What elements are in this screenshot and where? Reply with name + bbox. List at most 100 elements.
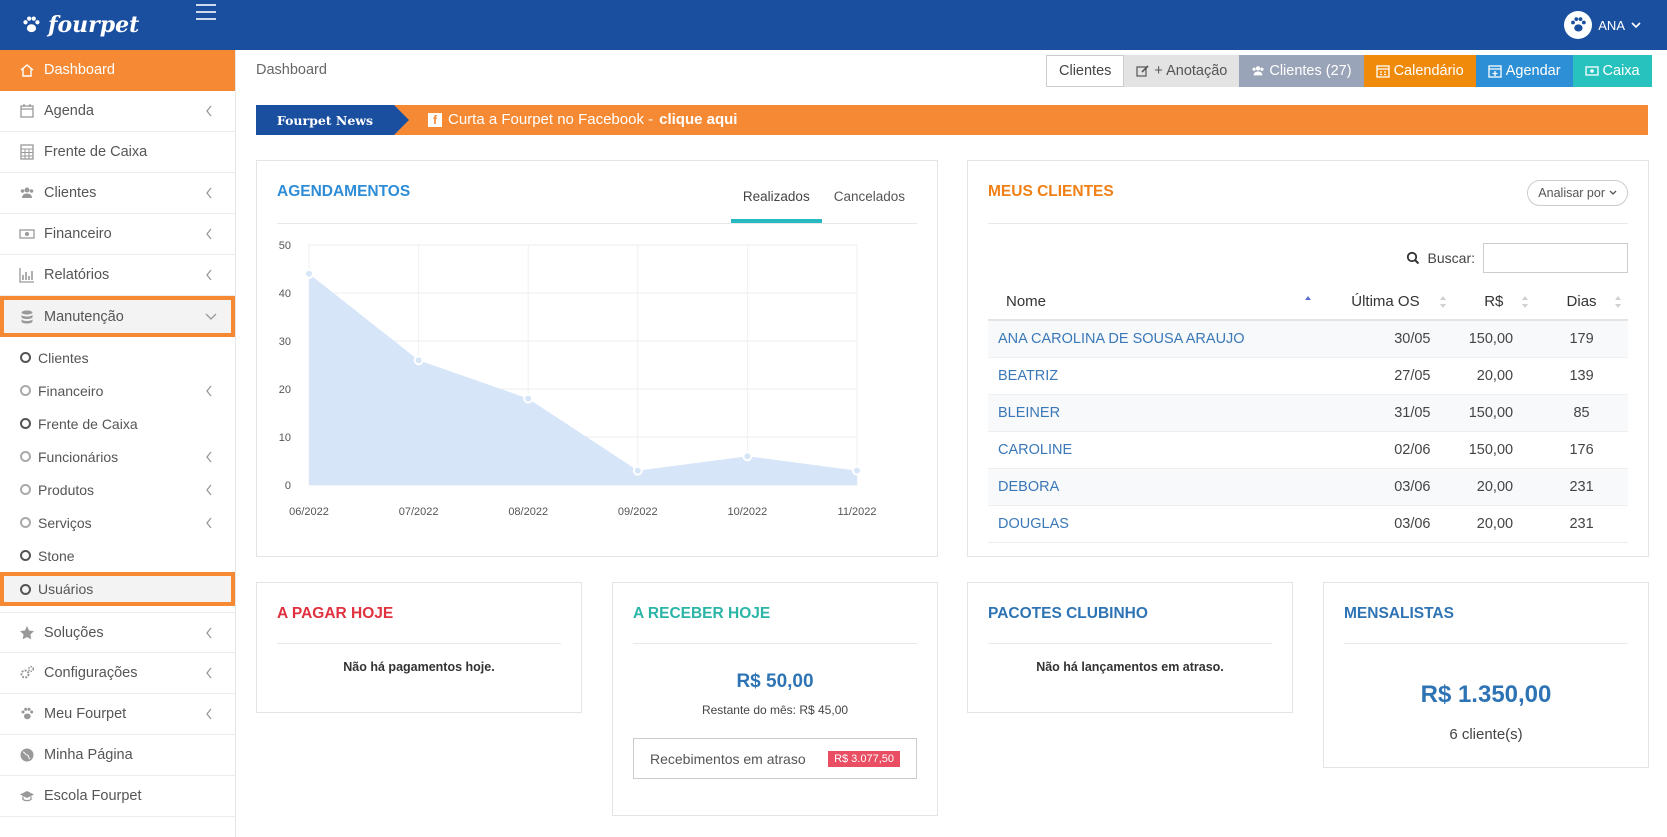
- table-row[interactable]: DEBORA 03/06 20,00 231: [988, 468, 1628, 506]
- news-message[interactable]: f Curta a Fourpet no Facebook - clique a…: [428, 111, 737, 128]
- submenu-item-frente-de-caixa[interactable]: Frente de Caixa: [0, 407, 235, 440]
- mensalistas-panel: MENSALISTAS R$ 1.350,00 6 cliente(s): [1323, 582, 1649, 768]
- user-menu[interactable]: ANA: [1564, 11, 1641, 39]
- sidebar-item-label: Configurações: [44, 665, 138, 681]
- recebimentos-atraso-row[interactable]: Recebimentos em atraso R$ 3.077,50: [633, 738, 917, 779]
- graduation-cap-icon: [18, 787, 36, 805]
- button-label: Caixa: [1602, 63, 1640, 79]
- submenu-item-funcionarios[interactable]: Funcionários: [0, 440, 235, 473]
- news-tag: Fourpet News: [256, 105, 409, 135]
- agendar-button[interactable]: Agendar: [1475, 55, 1573, 87]
- dias-cell: 179: [1535, 320, 1628, 358]
- y-tick-label: 30: [279, 336, 291, 348]
- sidebar-item-agenda[interactable]: Agenda: [0, 91, 235, 132]
- data-point[interactable]: [413, 355, 424, 366]
- column-header[interactable]: Nome: [988, 283, 1319, 321]
- news-link[interactable]: clique aqui: [659, 111, 737, 128]
- menu-toggle-icon[interactable]: [196, 4, 216, 20]
- submenu-item-clientes[interactable]: Clientes: [0, 341, 235, 374]
- sidebar-item-escola-fourpet[interactable]: Escola Fourpet: [0, 776, 235, 817]
- table-row[interactable]: ANA CAROLINA DE SOUSA ARAUJO 30/05 150,00 1…: [988, 320, 1628, 358]
- column-header[interactable]: R$: [1452, 283, 1536, 321]
- button-label: + Anotação: [1154, 63, 1228, 79]
- column-header-label: Nome: [1006, 292, 1047, 310]
- sidebar: Dashboard Agenda Frente de Caixa Cliente…: [0, 50, 236, 837]
- agendamentos-panel: AGENDAMENTOS Realizados Cancelados 0 10 20…: [256, 160, 938, 557]
- calendar-icon: [18, 102, 36, 120]
- tab-realizados[interactable]: Realizados: [730, 187, 822, 223]
- client-name-cell[interactable]: BLEINER: [988, 394, 1319, 432]
- chevron-left-icon: [206, 667, 212, 679]
- client-name-cell[interactable]: DOUGLAS: [988, 505, 1319, 543]
- data-point[interactable]: [852, 465, 862, 476]
- top-bar: fourpet ANA: [0, 0, 1667, 50]
- paw-icon: [18, 705, 36, 723]
- data-point[interactable]: [742, 451, 753, 462]
- receber-amount: R$ 50,00: [736, 671, 814, 692]
- data-point[interactable]: [523, 393, 534, 404]
- sidebar-item-frente-de-caixa[interactable]: Frente de Caixa: [0, 132, 235, 173]
- client-name-cell[interactable]: BEATRIZ: [988, 357, 1319, 395]
- logo[interactable]: fourpet: [20, 12, 139, 38]
- x-tick-label: 10/2022: [728, 506, 768, 518]
- client-name-cell[interactable]: CAROLINE: [988, 431, 1319, 469]
- sidebar-item-minha-pagina[interactable]: Minha Página: [0, 735, 235, 776]
- chevron-left-icon: [206, 228, 212, 240]
- submenu-item-stone[interactable]: Stone: [0, 539, 235, 572]
- late-label: Recebimentos em atraso: [650, 750, 806, 767]
- a-pagar-hoje-panel: A PAGAR HOJE Não há pagamentos hoje.: [256, 582, 582, 713]
- caixa-button[interactable]: Caixa: [1572, 55, 1652, 87]
- search-input[interactable]: [1483, 243, 1628, 273]
- client-name-cell[interactable]: ANA CAROLINA DE SOUSA ARAUJO: [988, 320, 1319, 358]
- sidebar-item-financeiro[interactable]: Financeiro: [0, 214, 235, 255]
- sidebar-item-meu-fourpet[interactable]: Meu Fourpet: [0, 694, 235, 735]
- chevron-down-icon: [205, 313, 217, 320]
- sidebar-item-label: Agenda: [44, 103, 94, 119]
- agendamentos-tabs: Realizados Cancelados: [730, 187, 917, 223]
- submenu-item-financeiro[interactable]: Financeiro: [0, 374, 235, 407]
- sidebar-item-relatorios[interactable]: Relatórios: [0, 255, 235, 296]
- series-area: [309, 273, 857, 485]
- chevron-left-icon: [206, 269, 212, 281]
- dias-cell: 231: [1535, 505, 1628, 543]
- sidebar-item-solucoes[interactable]: Soluções: [0, 612, 235, 653]
- dropdown-label: Analisar por: [1538, 186, 1605, 200]
- valor-cell: 20,00: [1452, 505, 1536, 543]
- database-icon: [18, 308, 36, 326]
- anotacao-button[interactable]: + Anotação: [1124, 55, 1240, 87]
- calendario-button[interactable]: Calendário: [1363, 55, 1476, 87]
- panel-title: PACOTES CLUBINHO: [988, 605, 1148, 622]
- button-label: Clientes: [1059, 63, 1112, 79]
- sort-asc-icon: [1305, 296, 1312, 300]
- tab-cancelados[interactable]: Cancelados: [822, 187, 917, 223]
- submenu-item-produtos[interactable]: Produtos: [0, 473, 235, 506]
- table-row[interactable]: DOUGLAS 03/06 20,00 231: [988, 505, 1628, 543]
- a-receber-hoje-panel: A RECEBER HOJE R$ 50,00 Restante do mês:…: [612, 582, 938, 816]
- analisar-por-dropdown[interactable]: Analisar por: [1527, 180, 1628, 206]
- data-point[interactable]: [632, 465, 643, 476]
- button-label: Agendar: [1505, 63, 1561, 79]
- sidebar-item-label: Escola Fourpet: [44, 788, 142, 804]
- table-row[interactable]: CAROLINE 02/06 150,00 176: [988, 431, 1628, 469]
- column-header-label: Dias: [1566, 292, 1597, 310]
- sidebar-item-dashboard[interactable]: Dashboard: [0, 50, 235, 91]
- submenu-item-servicos[interactable]: Serviços: [0, 506, 235, 539]
- home-icon: [18, 61, 36, 79]
- sidebar-item-manutencao[interactable]: Manutenção: [0, 296, 235, 337]
- data-point[interactable]: [304, 268, 314, 279]
- clientes-count-button[interactable]: Clientes (27): [1239, 55, 1364, 87]
- clientes-button[interactable]: Clientes: [1046, 55, 1125, 87]
- sidebar-item-label: Manutenção: [44, 308, 124, 325]
- submenu-item-usuarios[interactable]: Usuários: [0, 572, 235, 606]
- column-header[interactable]: Última OS: [1318, 283, 1453, 321]
- panel-title: MEUS CLIENTES: [988, 183, 1114, 200]
- panel-title: A RECEBER HOJE: [633, 605, 771, 622]
- sidebar-item-clientes[interactable]: Clientes: [0, 173, 235, 214]
- client-name-cell[interactable]: DEBORA: [988, 468, 1319, 506]
- x-tick-label: 09/2022: [618, 506, 658, 518]
- table-row[interactable]: BEATRIZ 27/05 20,00 139: [988, 357, 1628, 395]
- table-row[interactable]: BLEINER 31/05 150,00 85: [988, 394, 1628, 432]
- column-header[interactable]: Dias: [1535, 283, 1628, 321]
- sidebar-item-configuracoes[interactable]: Configurações: [0, 653, 235, 694]
- news-banner: Fourpet News f Curta a Fourpet no Facebo…: [256, 105, 1648, 135]
